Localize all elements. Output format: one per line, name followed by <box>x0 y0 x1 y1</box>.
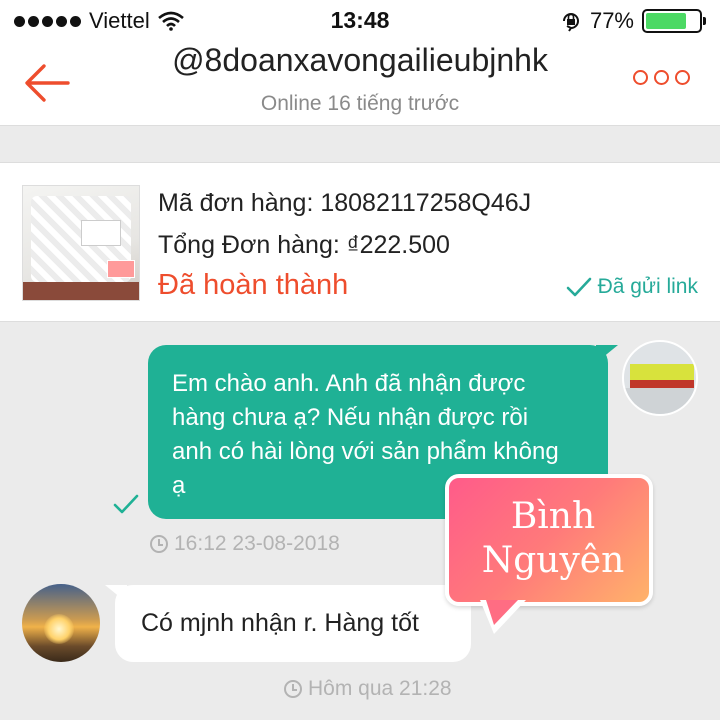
sticker-line-2: Nguyên <box>481 540 625 581</box>
dot-icon <box>654 70 669 85</box>
battery-info: 77% <box>560 8 706 34</box>
message-timestamp: 16:12 23-08-2018 <box>150 532 340 556</box>
avatar[interactable] <box>622 340 698 416</box>
clock-icon <box>284 680 302 698</box>
battery-icon <box>642 9 706 33</box>
order-total: Tổng Đơn hàng: ₫222.500 <box>158 231 450 259</box>
timestamp-text: Hôm qua 21:28 <box>308 677 452 700</box>
link-sent-label: Đã gửi link <box>597 275 698 298</box>
clock-icon <box>150 535 168 553</box>
product-thumbnail <box>22 185 140 301</box>
orientation-lock-icon <box>562 13 579 32</box>
battery-percent: 77% <box>589 8 634 33</box>
status-bar: Viettel 13:48 77% <box>0 0 720 40</box>
chat-username: @8doanxavongailieubjnhk <box>172 42 548 78</box>
order-card[interactable]: Mã đơn hàng: 18082117258Q46J Tổng Đơn hà… <box>0 162 720 322</box>
dot-icon <box>675 70 690 85</box>
checkmark-icon <box>566 277 591 297</box>
link-sent-status: Đã gửi link <box>566 275 698 299</box>
more-options-button[interactable] <box>633 70 690 85</box>
sticker-line-1: Bình <box>510 496 596 537</box>
read-checkmark-icon <box>113 494 139 514</box>
message-text: Có mjnh nhận r. Hàng tốt <box>141 609 419 637</box>
online-status: Online 16 tiếng trước <box>260 92 460 115</box>
dot-icon <box>633 70 648 85</box>
chat-header: @8doanxavongailieubjnhk Online 16 tiếng … <box>0 40 720 126</box>
avatar[interactable] <box>22 584 100 662</box>
name-watermark-sticker: Bình Nguyên <box>445 474 653 606</box>
incoming-message-bubble[interactable]: Có mjnh nhận r. Hàng tốt <box>105 585 471 662</box>
sticker-tail-fill <box>486 600 518 625</box>
order-status: Đã hoàn thành <box>158 269 349 301</box>
message-timestamp: Hôm qua 21:28 <box>284 677 452 701</box>
order-id: Mã đơn hàng: 18082117258Q46J <box>158 189 532 217</box>
timestamp-text: 16:12 23-08-2018 <box>174 532 340 555</box>
